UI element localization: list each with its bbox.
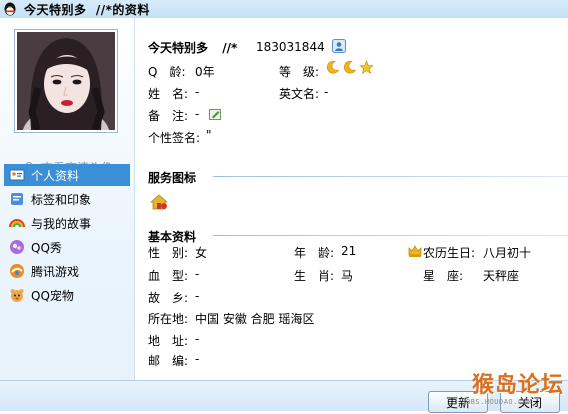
avatar[interactable] xyxy=(17,32,115,130)
age-value: 21 xyxy=(341,244,357,258)
constellation-label: 星 座: xyxy=(423,269,464,283)
avatar-photo xyxy=(17,32,115,130)
qq-penguin-icon xyxy=(4,2,16,16)
lunar-birthday-value: 八月初十 xyxy=(483,246,532,260)
gender-value: 女 xyxy=(195,246,208,260)
crown-icon xyxy=(408,245,422,257)
name-value: - xyxy=(195,85,200,99)
level-label: 等 级: xyxy=(279,65,320,79)
service-section-title: 服务图标 xyxy=(148,171,197,185)
hometown-label: 故 乡: xyxy=(148,291,189,305)
note-value: - xyxy=(195,107,200,121)
basic-section-title: 基本资料 xyxy=(148,230,197,244)
sidebar-item-label: 与我的故事 xyxy=(31,216,92,231)
constellation-value: 天秤座 xyxy=(483,269,520,283)
avatar-frame xyxy=(14,29,118,133)
moon-icon xyxy=(343,60,357,74)
edit-note-icon[interactable] xyxy=(209,108,222,121)
forum-watermark: 猴岛论坛 xyxy=(472,372,565,398)
blood-type-value: - xyxy=(195,267,200,281)
pet-icon xyxy=(10,289,24,302)
sidebar-item-label: 标签和印象 xyxy=(31,192,92,207)
location-label: 所在地: xyxy=(148,312,189,326)
address-value: - xyxy=(195,332,200,346)
qq-age-value: 0年 xyxy=(195,65,215,79)
note-label: 备 注: xyxy=(148,109,189,123)
profile-panel: 今天特别多 //* 183031844 Q 龄: 0年 等 级: 姓 名: - … xyxy=(135,18,568,380)
signature-label: 个性签名: xyxy=(148,131,201,145)
moon-icon xyxy=(326,60,340,74)
sidebar-item-label: QQ秀 xyxy=(31,240,62,255)
nickname: 今天特别多 xyxy=(148,41,209,55)
title-bar[interactable]: 今天特别多 //*的资料 xyxy=(0,0,568,18)
sidebar-item-qq-show[interactable]: QQ秀 xyxy=(4,236,130,258)
qq-number: 183031844 xyxy=(256,40,325,54)
sidebar-item-tags[interactable]: 标签和印象 xyxy=(4,188,130,210)
level-icons[interactable] xyxy=(325,60,374,75)
sidebar-item-games[interactable]: 腾讯游戏 xyxy=(4,260,130,282)
sidebar-item-label: 个人资料 xyxy=(31,168,80,183)
address-label: 地 址: xyxy=(148,334,189,348)
nickname-line: 今天特别多 //* xyxy=(148,39,237,56)
name-label: 姓 名: xyxy=(148,87,189,101)
sidebar-item-label: QQ宠物 xyxy=(31,288,74,303)
postcode-label: 邮 编: xyxy=(148,354,189,368)
contact-card-icon[interactable] xyxy=(332,39,346,53)
gender-label: 性 别: xyxy=(148,246,189,260)
window-title: 今天特别多 //*的资料 xyxy=(24,3,150,17)
age-label: 年 龄: xyxy=(294,246,335,260)
rainbow-icon xyxy=(9,219,25,228)
hometown-value: - xyxy=(195,289,200,303)
zodiac-label: 生 肖: xyxy=(294,269,335,283)
postcode-value: - xyxy=(195,352,200,366)
qzone-service-icon[interactable] xyxy=(150,194,168,210)
qq-show-icon xyxy=(10,240,24,254)
tag-icon xyxy=(11,193,23,205)
sidebar-item-profile[interactable]: 个人资料 xyxy=(4,164,130,186)
english-name-value: - xyxy=(324,85,329,99)
sidebar-item-story[interactable]: 与我的故事 xyxy=(4,212,130,234)
blood-type-label: 血 型: xyxy=(148,269,189,283)
location-value: 中国 安徽 合肥 瑶海区 xyxy=(195,312,315,326)
star-icon xyxy=(359,60,374,74)
section-divider xyxy=(213,235,568,236)
sidebar-item-label: 腾讯游戏 xyxy=(31,264,80,279)
sidebar-item-pet[interactable]: QQ宠物 xyxy=(4,284,130,306)
sidebar: 查看高清头像 个人资料 标签和印象 xyxy=(0,18,135,410)
section-divider xyxy=(213,176,568,177)
qq-age-label: Q 龄: xyxy=(148,65,186,79)
lunar-birthday-label: 农历生日: xyxy=(423,246,476,260)
game-icon xyxy=(10,264,24,278)
profile-card-icon xyxy=(9,169,25,181)
zodiac-value: 马 xyxy=(341,269,354,283)
english-name-label: 英文名: xyxy=(279,87,320,101)
signature-value: " xyxy=(206,128,212,142)
forum-watermark-url: BBS.HOUDAO.COM xyxy=(466,398,533,406)
remark-separator: //* xyxy=(222,41,238,55)
